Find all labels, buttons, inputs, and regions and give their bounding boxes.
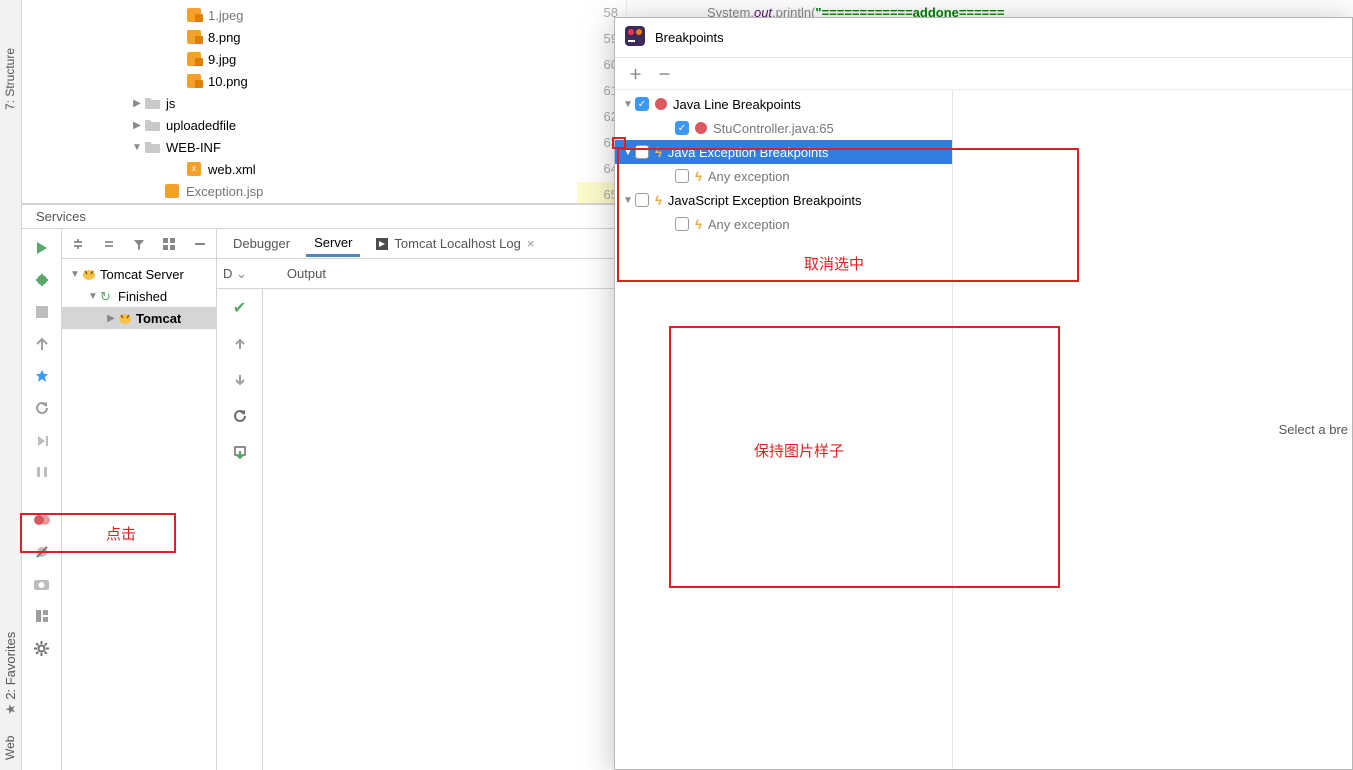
tree-item[interactable]: 1.jpeg [22, 4, 577, 26]
left-vertical-bar: 7: Structure ★ 2: Favorites Web [0, 0, 22, 770]
services-tree-item[interactable]: ▶Tomcat [62, 307, 216, 329]
step-over-icon[interactable] [29, 427, 55, 453]
tab-debugger[interactable]: Debugger [225, 232, 298, 255]
services-tree[interactable]: ▼Tomcat Server▼↻Finished▶Tomcat [62, 259, 216, 329]
tab-tomcat-log[interactable]: Tomcat Localhost Log× [368, 232, 542, 255]
sidebar-tab-structure[interactable]: 7: Structure [3, 48, 17, 110]
breakpoints-title: Breakpoints [655, 30, 724, 45]
deploy-icon[interactable] [227, 439, 253, 465]
tree-item[interactable]: ▶uploadedfile [22, 114, 577, 136]
tree-item[interactable]: 10.png [22, 70, 577, 92]
breakpoint-item[interactable]: ▼Java Line Breakpoints [615, 92, 952, 116]
annotation-text-click: 点击 [106, 523, 136, 544]
tree-item[interactable]: ▶js [22, 92, 577, 114]
down-icon[interactable] [227, 367, 253, 393]
tree-item[interactable]: 9.jpg [22, 48, 577, 70]
tree-item[interactable]: xweb.xml [22, 158, 577, 180]
expand-all-icon[interactable] [66, 231, 90, 257]
services-tree-item[interactable]: ▼Tomcat Server [62, 263, 216, 285]
annotation-box-keep [669, 326, 1060, 588]
annotation-box-click [20, 513, 176, 553]
filter-icon[interactable] [127, 231, 151, 257]
debug-icon[interactable] [29, 267, 55, 293]
group-icon[interactable] [157, 231, 181, 257]
tab-server[interactable]: Server [306, 231, 360, 257]
stop-icon[interactable] [29, 299, 55, 325]
attach-icon[interactable] [29, 331, 55, 357]
services-mid-toolbar [62, 229, 216, 259]
camera-icon[interactable] [29, 571, 55, 597]
breakpoints-toolbar: ＋ － [615, 58, 1352, 90]
run-icon[interactable] [29, 235, 55, 261]
sidebar-tab-favorites[interactable]: ★ 2: Favorites [3, 632, 19, 715]
intellij-icon [625, 26, 645, 49]
reload-icon[interactable] [227, 403, 253, 429]
annotation-text-keep: 保持图片样子 [754, 440, 844, 461]
add-breakpoint-icon[interactable]: ＋ [629, 64, 642, 83]
services-left-toolbar [22, 229, 62, 770]
breakpoint-checkbox[interactable] [635, 97, 649, 111]
output-toolbar: ✔ [217, 289, 263, 770]
collapse-all-icon[interactable] [96, 231, 120, 257]
output-label: Output [287, 266, 326, 281]
hide-icon[interactable] [188, 231, 212, 257]
breakpoint-item[interactable]: StuController.java:65 [615, 116, 952, 140]
rerun-icon[interactable] [29, 395, 55, 421]
tree-item[interactable]: 8.png [22, 26, 577, 48]
tree-item[interactable]: Exception.jsp [22, 180, 577, 202]
breakpoints-title-bar[interactable]: Breakpoints [615, 18, 1352, 58]
sidebar-tab-web[interactable]: Web [3, 736, 17, 760]
pause-icon[interactable] [29, 459, 55, 485]
services-tree-item[interactable]: ▼↻Finished [62, 285, 216, 307]
layout-icon[interactable] [29, 603, 55, 629]
deploy-label[interactable]: D [223, 266, 232, 281]
tree-item[interactable]: ▼WEB-INF [22, 136, 577, 158]
settings-icon[interactable] [29, 635, 55, 661]
check-icon: ✔ [227, 295, 253, 321]
up-icon[interactable] [227, 331, 253, 357]
annotation-text-uncheck: 取消选中 [804, 253, 864, 274]
services-icon[interactable] [29, 363, 55, 389]
project-tree[interactable]: 1.jpeg8.png9.jpg10.png▶js▶uploadedfile▼W… [22, 0, 577, 203]
breakpoint-checkbox[interactable] [675, 121, 689, 135]
remove-breakpoint-icon[interactable]: － [658, 64, 671, 83]
